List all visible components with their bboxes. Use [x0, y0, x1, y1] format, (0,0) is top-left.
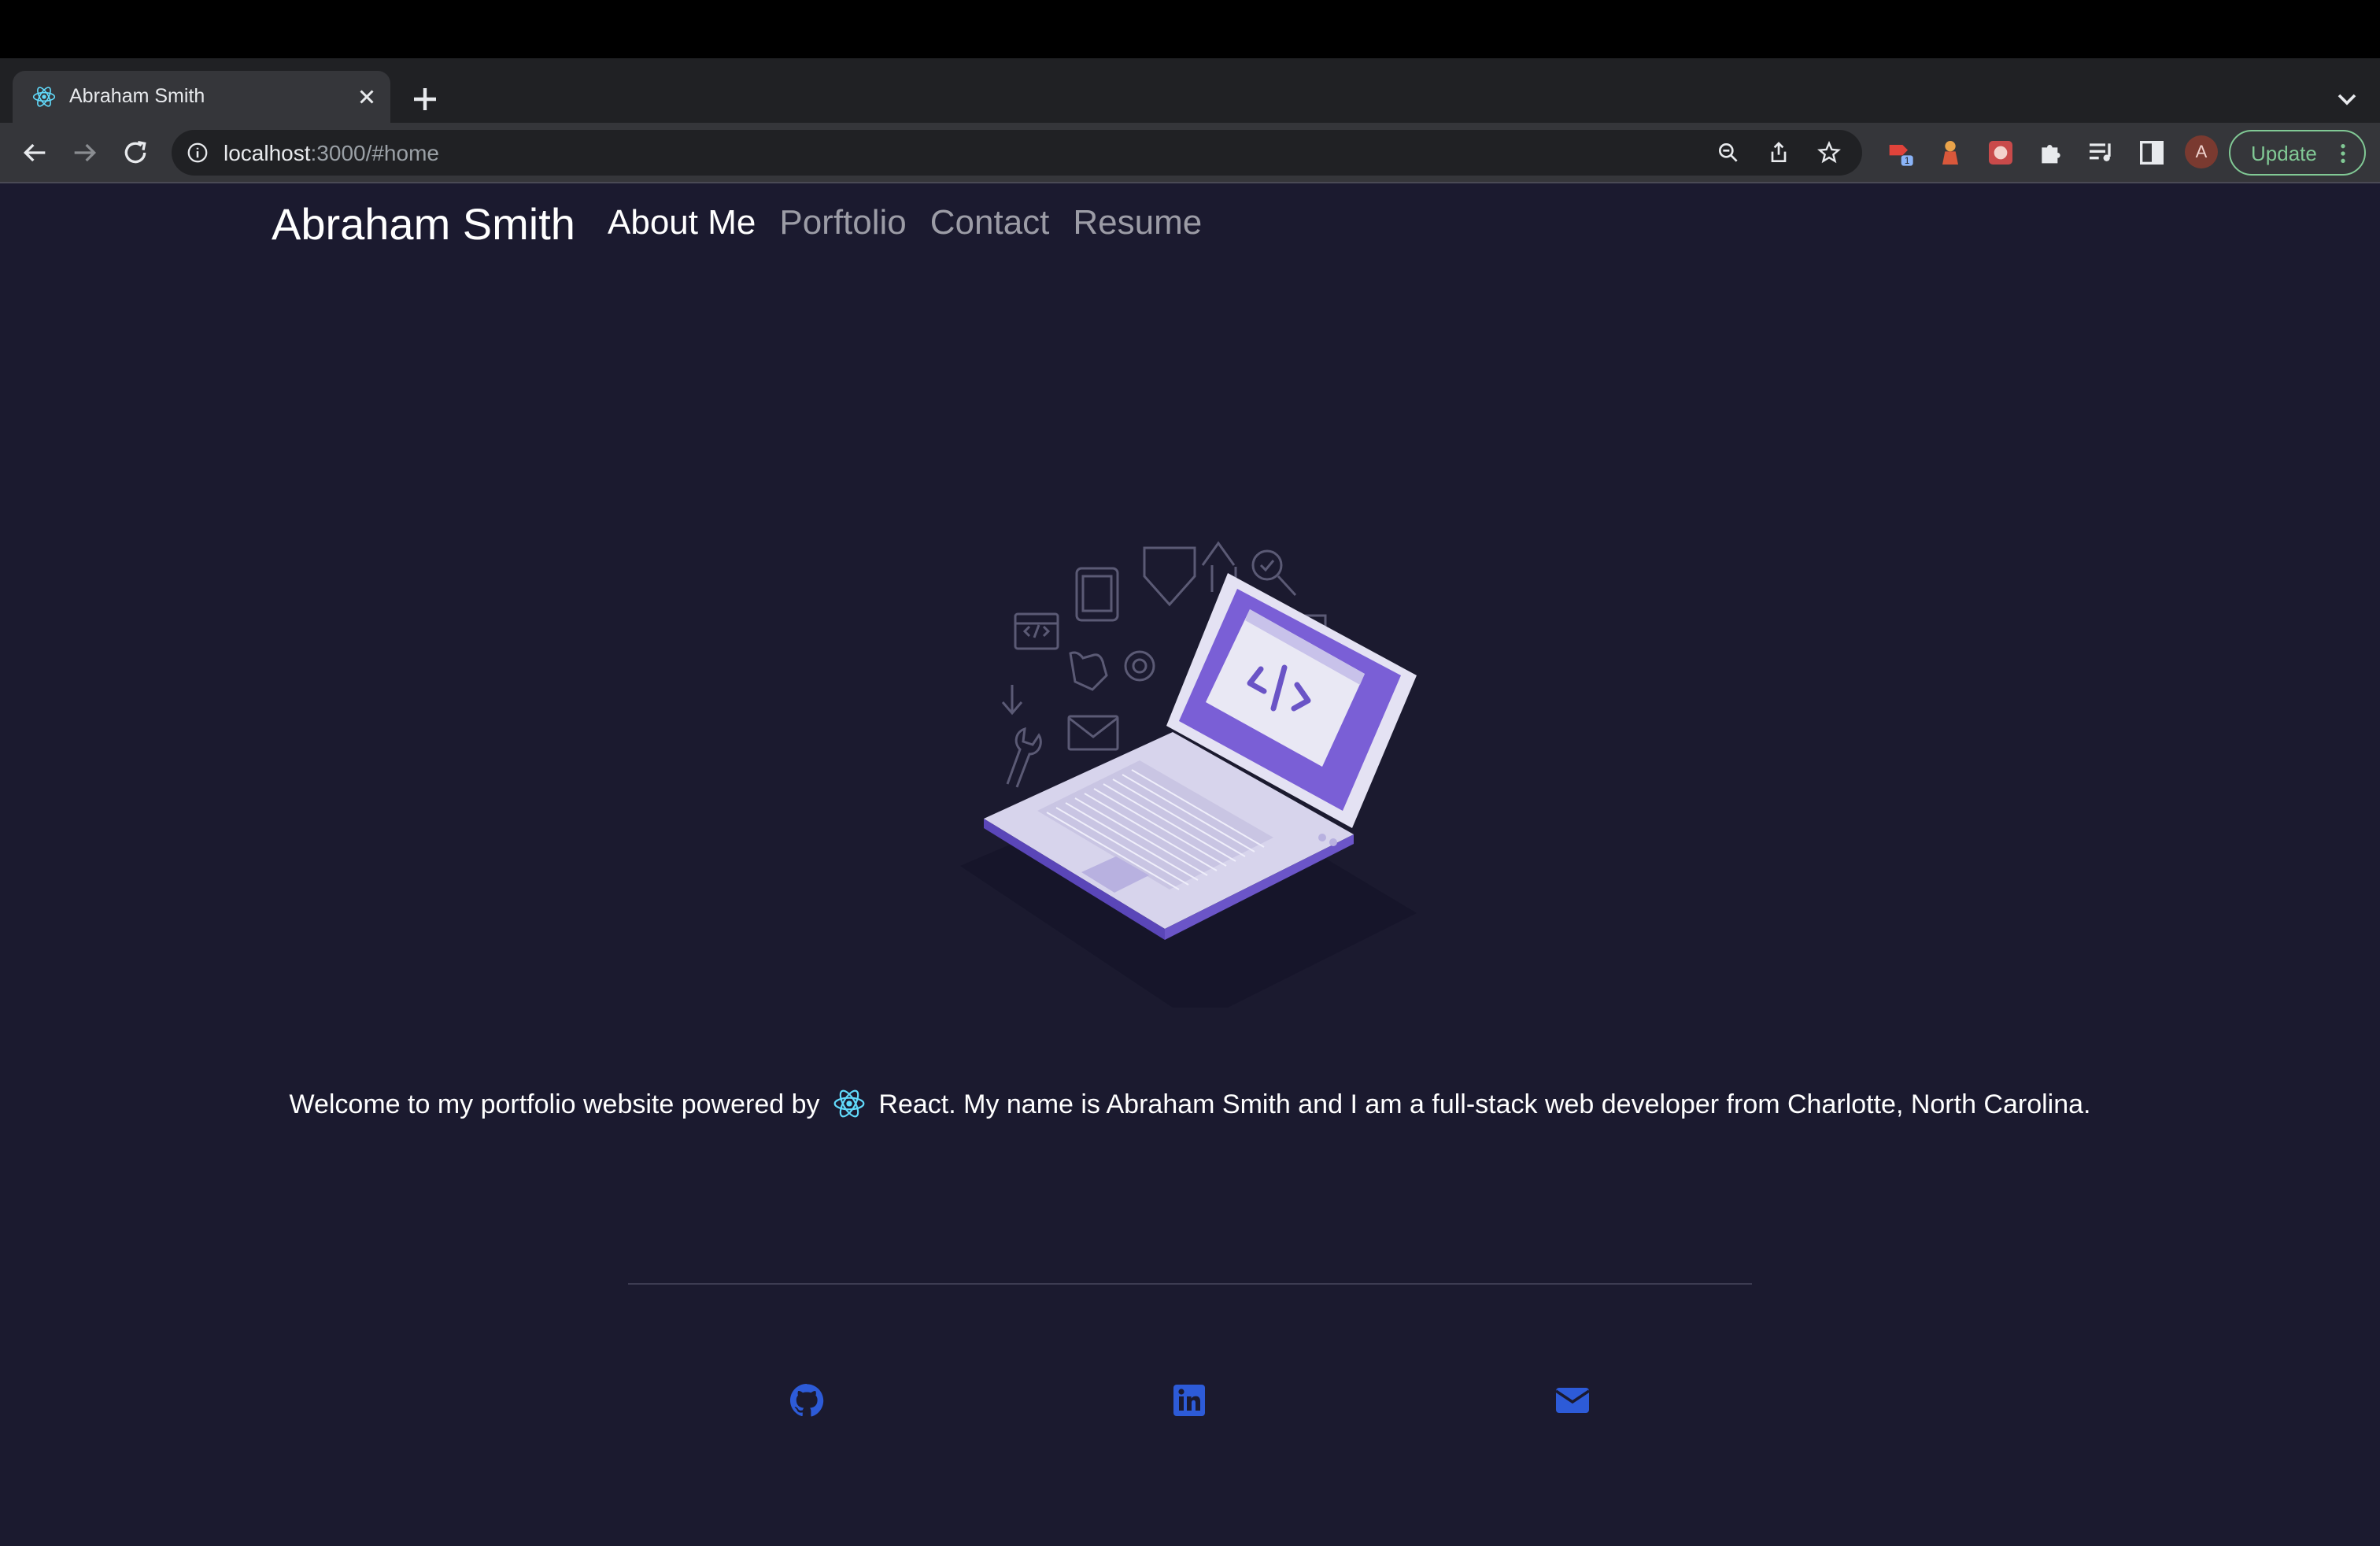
toolbar-divider [0, 182, 2380, 183]
react-favicon-icon [32, 87, 56, 107]
more-vert-icon[interactable] [2339, 141, 2347, 166]
footer-divider [628, 1283, 1752, 1285]
welcome-text-start: Welcome to my portfolio website powered … [289, 1089, 820, 1119]
linkedin-icon[interactable] [1170, 1381, 1208, 1419]
laptop-illustration [960, 541, 1417, 1008]
tab-title: Abraham Smith [69, 85, 205, 107]
media-queue-icon[interactable] [2086, 137, 2117, 168]
profile-avatar[interactable]: A [2185, 135, 2218, 168]
url-host: localhost [224, 141, 311, 165]
arrow-right-icon [74, 143, 97, 162]
update-label: Update [2251, 142, 2317, 165]
reload-button[interactable] [116, 134, 154, 172]
system-menu-bar [0, 0, 2380, 58]
extension-flag-icon[interactable]: 1 [1884, 137, 1916, 168]
share-icon[interactable] [1766, 140, 1791, 165]
site-brand[interactable]: Abraham Smith [272, 198, 575, 250]
side-panel-icon[interactable] [2136, 137, 2168, 168]
welcome-text-end: React. My name is Abraham Smith and I am… [878, 1089, 2091, 1119]
puzzle-icon[interactable] [2035, 137, 2067, 168]
nav-about-me[interactable]: About Me [608, 203, 756, 242]
react-logo-icon [833, 1089, 865, 1118]
zoom-icon[interactable] [1716, 140, 1741, 165]
back-button[interactable] [16, 134, 54, 172]
envelope-icon[interactable] [1554, 1381, 1591, 1419]
avatar-initial: A [2195, 142, 2208, 161]
extension-shield-icon[interactable] [1985, 137, 2016, 168]
github-icon[interactable] [788, 1381, 826, 1419]
browser-toolbar: localhost:3000/#home 1 A Update [0, 123, 2380, 183]
forward-button[interactable] [66, 134, 104, 172]
site-nav: About Me Porftolio Contact Resume [608, 203, 1202, 242]
url-text: localhost:3000/#home [224, 141, 439, 166]
extension-character-icon[interactable] [1935, 137, 1966, 168]
browser-tab[interactable]: Abraham Smith [13, 71, 390, 123]
nav-contact[interactable]: Contact [930, 203, 1050, 242]
nav-portfolio[interactable]: Porftolio [779, 203, 906, 242]
nav-resume[interactable]: Resume [1073, 203, 1202, 242]
arrow-left-icon [23, 143, 46, 162]
extension-badge: 1 [1905, 156, 1909, 166]
star-icon[interactable] [1816, 140, 1842, 165]
tab-strip: Abraham Smith [0, 58, 2380, 123]
welcome-text: Welcome to my portfolio website powered … [0, 1086, 2380, 1121]
new-tab-icon[interactable] [406, 80, 444, 118]
reload-icon [124, 141, 146, 164]
address-bar[interactable]: localhost:3000/#home [172, 130, 1862, 176]
close-tab-icon[interactable] [353, 83, 381, 111]
url-path: :3000/#home [310, 141, 439, 165]
info-icon[interactable] [186, 141, 209, 165]
update-button[interactable]: Update [2229, 130, 2366, 176]
chevron-down-icon[interactable] [2331, 83, 2363, 115]
